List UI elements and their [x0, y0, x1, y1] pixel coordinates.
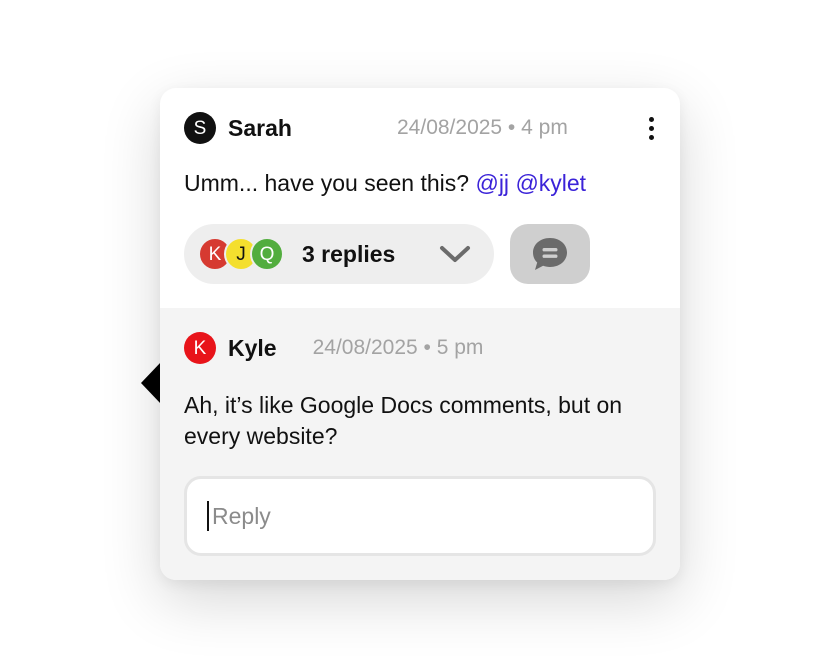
chat-button[interactable]	[510, 224, 590, 284]
comment-header: S Sarah 24/08/2025 • 4 pm	[184, 112, 656, 144]
comment-pointer-icon	[141, 362, 161, 404]
comment-timestamp: 24/08/2025 • 4 pm	[397, 116, 568, 139]
comment-message: Umm... have you seen this? @jj @kylet	[184, 170, 586, 197]
reply-avatar-stack: K J Q	[198, 237, 290, 271]
reply-message: Ah, it’s like Google Docs comments, but …	[184, 392, 623, 449]
chat-bubble-icon	[533, 238, 567, 270]
chevron-down-icon	[440, 246, 470, 262]
comment-card: S Sarah 24/08/2025 • 4 pm Umm... have yo…	[160, 88, 680, 580]
replies-count-label: 3 replies	[302, 240, 396, 267]
more-dot	[649, 134, 654, 140]
replies-toggle-button[interactable]: K J Q 3 replies	[184, 224, 494, 284]
avatar: Q	[250, 237, 284, 271]
reply-header: K Kyle 24/08/2025 • 5 pm	[184, 332, 483, 364]
avatar: K	[184, 332, 216, 364]
mention-link[interactable]: @kylet	[515, 170, 586, 196]
reply-input-wrapper	[207, 501, 632, 531]
comment-author: Sarah	[228, 114, 292, 141]
more-dot	[649, 116, 654, 122]
avatar: S	[184, 112, 216, 144]
reply-author: Kyle	[228, 334, 277, 361]
more-vertical-icon[interactable]	[624, 112, 656, 144]
comment-message-text: Umm... have you seen this?	[184, 170, 470, 196]
reply-input[interactable]	[209, 502, 632, 530]
mention-link[interactable]: @jj	[475, 170, 509, 196]
reply-input-box[interactable]	[184, 476, 656, 556]
more-dot	[649, 125, 654, 131]
reply-section: K Kyle 24/08/2025 • 5 pm Ah, it’s like G…	[160, 308, 680, 580]
reply-timestamp: 24/08/2025 • 5 pm	[312, 336, 484, 359]
